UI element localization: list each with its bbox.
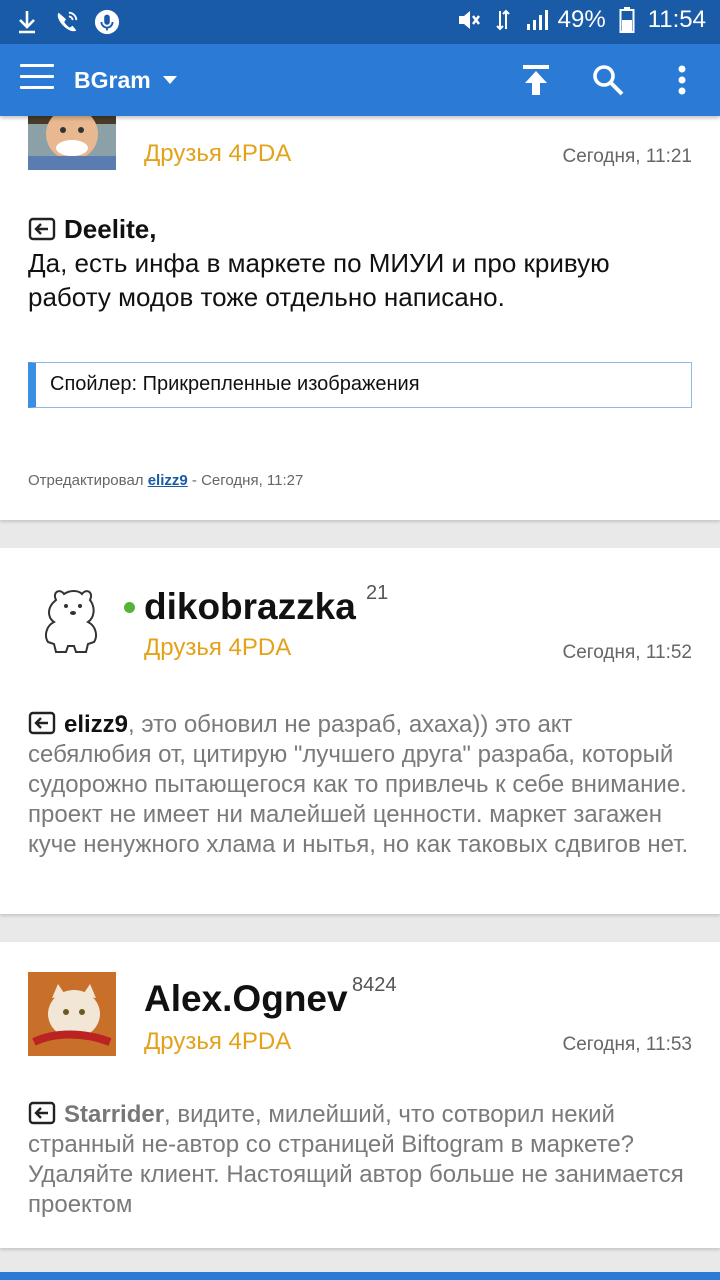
post-text: elizz9, это обновил не разраб, ахаха)) э… — [28, 710, 698, 860]
online-indicator — [124, 602, 135, 613]
edited-prefix: Отредактировал — [28, 472, 144, 489]
microphone-icon — [94, 8, 120, 36]
app-title[interactable]: BGram — [74, 67, 151, 94]
more-options-icon[interactable] — [662, 60, 702, 100]
scroll-to-top-icon[interactable] — [516, 60, 556, 100]
mute-icon — [456, 6, 482, 34]
post-text: Deelite, Да, есть инфа в маркете по МИУИ… — [28, 212, 698, 314]
dropdown-caret-icon[interactable] — [163, 76, 177, 84]
quoted-user[interactable]: Deelite, — [64, 214, 157, 244]
data-arrows-icon — [490, 6, 516, 34]
reply-icon[interactable] — [28, 711, 56, 735]
quoted-user[interactable]: Starrider — [64, 1101, 164, 1128]
reply-icon[interactable] — [28, 1101, 56, 1125]
download-icon — [14, 8, 40, 36]
reputation[interactable]: 21 — [366, 582, 388, 605]
app-bar: BGram — [0, 44, 720, 116]
battery-icon — [614, 6, 640, 34]
reputation[interactable]: 8424 — [352, 974, 397, 997]
menu-icon[interactable] — [20, 64, 54, 96]
user-group: Друзья 4PDA — [144, 634, 292, 661]
edited-time: - Сегодня, 11:27 — [191, 472, 304, 489]
post-card: elizz9 Друзья 4PDA Сегодня, 11:21 Deelit… — [0, 86, 720, 520]
clock: 11:54 — [647, 6, 706, 33]
post-time: Сегодня, 11:21 — [562, 146, 692, 167]
wifi-call-icon — [54, 8, 80, 36]
bottom-edge — [0, 1272, 720, 1280]
spoiler-toggle[interactable]: Спойлер: Прикрепленные изображения — [28, 362, 692, 408]
avatar[interactable] — [28, 972, 116, 1056]
post-body: Да, есть инфа в маркете по МИУИ и про кр… — [28, 248, 610, 312]
edited-by-link[interactable]: elizz9 — [148, 472, 188, 489]
signal-icon — [524, 6, 550, 34]
post-body: , это обновил не разраб, ахаха)) это акт… — [28, 711, 689, 858]
battery-percent: 49% — [557, 6, 606, 33]
author-name[interactable]: dikobrazzka — [144, 586, 356, 628]
search-icon[interactable] — [588, 60, 628, 100]
edited-note: Отредактировал elizz9 - Сегодня, 11:27 — [28, 472, 303, 489]
post-card: Alex.Ognev 8424 Друзья 4PDA Сегодня, 11:… — [0, 942, 720, 1248]
post-card: dikobrazzka 21 Друзья 4PDA Сегодня, 11:5… — [0, 548, 720, 914]
status-bar: 49% 11:54 — [0, 0, 720, 44]
quoted-user[interactable]: elizz9 — [64, 711, 128, 738]
user-group: Друзья 4PDA — [144, 140, 292, 167]
reply-icon[interactable] — [28, 215, 56, 241]
user-group: Друзья 4PDA — [144, 1028, 292, 1055]
post-time: Сегодня, 11:53 — [562, 1034, 692, 1055]
post-time: Сегодня, 11:52 — [562, 642, 692, 663]
avatar[interactable] — [28, 576, 116, 660]
post-text: Starrider, видите, милейший, что сотвори… — [28, 1100, 698, 1220]
author-name[interactable]: Alex.Ognev — [144, 978, 348, 1020]
